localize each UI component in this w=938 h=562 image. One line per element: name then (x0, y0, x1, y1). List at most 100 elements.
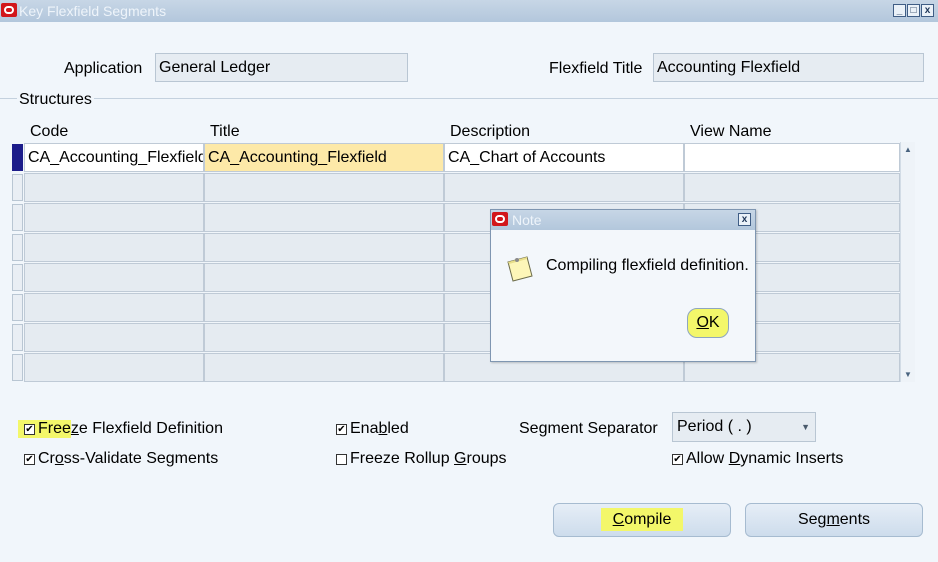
description-cell[interactable]: CA_Chart of Accounts (444, 143, 684, 172)
record-indicator[interactable] (12, 324, 23, 351)
oracle-logo-icon (492, 212, 508, 226)
minimize-button[interactable]: _ (893, 4, 906, 17)
allow-dynamic-label-rest: ynamic Inserts (740, 450, 844, 467)
segments-mnemonic: m (826, 511, 840, 528)
dialog-title: Note (512, 212, 542, 228)
scroll-up-icon[interactable]: ▲ (904, 145, 912, 154)
dialog-titlebar[interactable]: Note x (491, 210, 755, 230)
freeze-rollup-groups-checkbox[interactable]: Freeze Rollup Groups (336, 450, 507, 468)
description-cell[interactable] (444, 173, 684, 202)
allow-dynamic-inserts-checkbox[interactable]: ✔ Allow Dynamic Inserts (672, 450, 843, 468)
chevron-down-icon[interactable]: ▼ (801, 413, 810, 441)
note-icon (507, 256, 533, 282)
checkbox-unchecked-icon[interactable] (336, 453, 347, 465)
scroll-down-icon[interactable]: ▼ (904, 370, 912, 379)
segments-label-rest: ents (839, 511, 871, 528)
note-dialog: Note x Compiling flexfield definition. O… (490, 209, 756, 362)
cross-validate-segments-checkbox[interactable]: ✔ Cr o ss-Validate Segments (24, 450, 218, 468)
view-name-cell[interactable] (684, 143, 900, 172)
cross-validate-mnemonic: o (54, 450, 64, 467)
table-scrollbar[interactable]: ▲ ▼ (900, 142, 915, 382)
title-cell[interactable] (204, 203, 444, 232)
enabled-label-part: Ena (350, 420, 379, 437)
oracle-logo-icon (1, 3, 17, 17)
title-cell[interactable] (204, 233, 444, 262)
record-indicator[interactable] (12, 354, 23, 381)
record-indicator[interactable] (12, 294, 23, 321)
table-row (12, 202, 900, 232)
segments-label-part: Seg (797, 511, 827, 528)
flexfield-title-field[interactable]: Accounting Flexfield (653, 53, 924, 82)
application-label: Application (64, 60, 143, 77)
table-row (12, 352, 900, 382)
window-titlebar[interactable]: Key Flexfield Segments _ □ x (0, 0, 938, 22)
column-header-title: Title (210, 123, 240, 140)
code-cell[interactable] (24, 293, 204, 322)
table-row (12, 172, 900, 202)
title-cell[interactable] (204, 293, 444, 322)
application-field[interactable]: General Ledger (155, 53, 408, 82)
record-indicator[interactable] (12, 204, 23, 231)
code-cell[interactable] (24, 173, 204, 202)
code-cell[interactable] (24, 263, 204, 292)
freeze-definition-mnemonic: z (70, 420, 79, 437)
record-indicator[interactable] (12, 234, 23, 261)
enabled-label-rest: led (387, 420, 409, 437)
code-cell[interactable] (24, 353, 204, 382)
cross-validate-label-rest: ss-Validate Segments (63, 450, 219, 467)
segments-button[interactable]: Segments (745, 503, 923, 537)
title-cell[interactable] (204, 323, 444, 352)
code-cell[interactable] (24, 233, 204, 262)
code-cell[interactable] (24, 323, 204, 352)
close-button[interactable]: x (921, 4, 934, 17)
table-row (12, 262, 900, 292)
cross-validate-label-part: Cr (38, 450, 55, 467)
checkbox-checked-icon[interactable]: ✔ (24, 453, 35, 465)
section-divider (0, 98, 938, 99)
segment-separator-value: Period ( . ) (677, 418, 752, 435)
table-row (12, 232, 900, 262)
freeze-rollup-label-part: Freeze Rollup (350, 450, 455, 467)
flexfield-title-label: Flexfield Title (549, 60, 643, 77)
freeze-definition-label-part: Free (38, 420, 71, 437)
record-indicator[interactable] (12, 264, 23, 291)
table-row (12, 322, 900, 352)
title-cell[interactable] (204, 353, 444, 382)
allow-dynamic-mnemonic: D (728, 450, 741, 467)
ok-mnemonic: O (696, 314, 709, 331)
compile-mnemonic: C (612, 511, 625, 528)
title-cell[interactable]: CA_Accounting_Flexfield (204, 143, 444, 172)
ok-button[interactable]: OK (687, 308, 729, 338)
table-row (12, 292, 900, 322)
title-cell[interactable] (204, 263, 444, 292)
compile-button[interactable]: Compile (553, 503, 731, 537)
freeze-rollup-mnemonic: G (454, 450, 467, 467)
enabled-mnemonic: b (378, 420, 388, 437)
table-row: CA_Accounting_Flexfield CA_Accounting_Fl… (12, 142, 900, 172)
record-indicator[interactable] (12, 174, 23, 201)
structures-section-label: Structures (17, 91, 94, 109)
column-header-code: Code (30, 123, 69, 140)
window-title: Key Flexfield Segments (19, 3, 167, 19)
title-cell[interactable] (204, 173, 444, 202)
code-cell[interactable]: CA_Accounting_Flexfield (24, 143, 204, 172)
dialog-close-button[interactable]: x (738, 213, 751, 226)
freeze-definition-label-rest: e Flexfield Definition (78, 420, 223, 437)
key-flexfield-segments-window: Key Flexfield Segments _ □ x Application… (0, 0, 938, 562)
view-name-cell[interactable] (684, 173, 900, 202)
code-cell[interactable] (24, 203, 204, 232)
compile-label: ompile (624, 511, 672, 528)
checkbox-checked-icon[interactable]: ✔ (336, 423, 347, 435)
freeze-flexfield-definition-checkbox[interactable]: ✔ Free ze Flexfield Definition (18, 420, 223, 438)
enabled-checkbox[interactable]: ✔ Ena b led (336, 420, 409, 438)
checkbox-checked-icon[interactable]: ✔ (24, 423, 35, 435)
checkbox-checked-icon[interactable]: ✔ (672, 453, 683, 465)
maximize-button[interactable]: □ (907, 4, 920, 17)
allow-dynamic-label-part: Allow (686, 450, 729, 467)
column-header-view-name: View Name (690, 123, 772, 140)
segment-separator-label: Segment Separator (519, 420, 658, 437)
record-indicator[interactable] (12, 144, 23, 171)
column-header-description: Description (450, 123, 531, 140)
dialog-message: Compiling flexfield definition. (546, 257, 749, 274)
segment-separator-select[interactable]: Period ( . ) ▼ (672, 412, 816, 442)
